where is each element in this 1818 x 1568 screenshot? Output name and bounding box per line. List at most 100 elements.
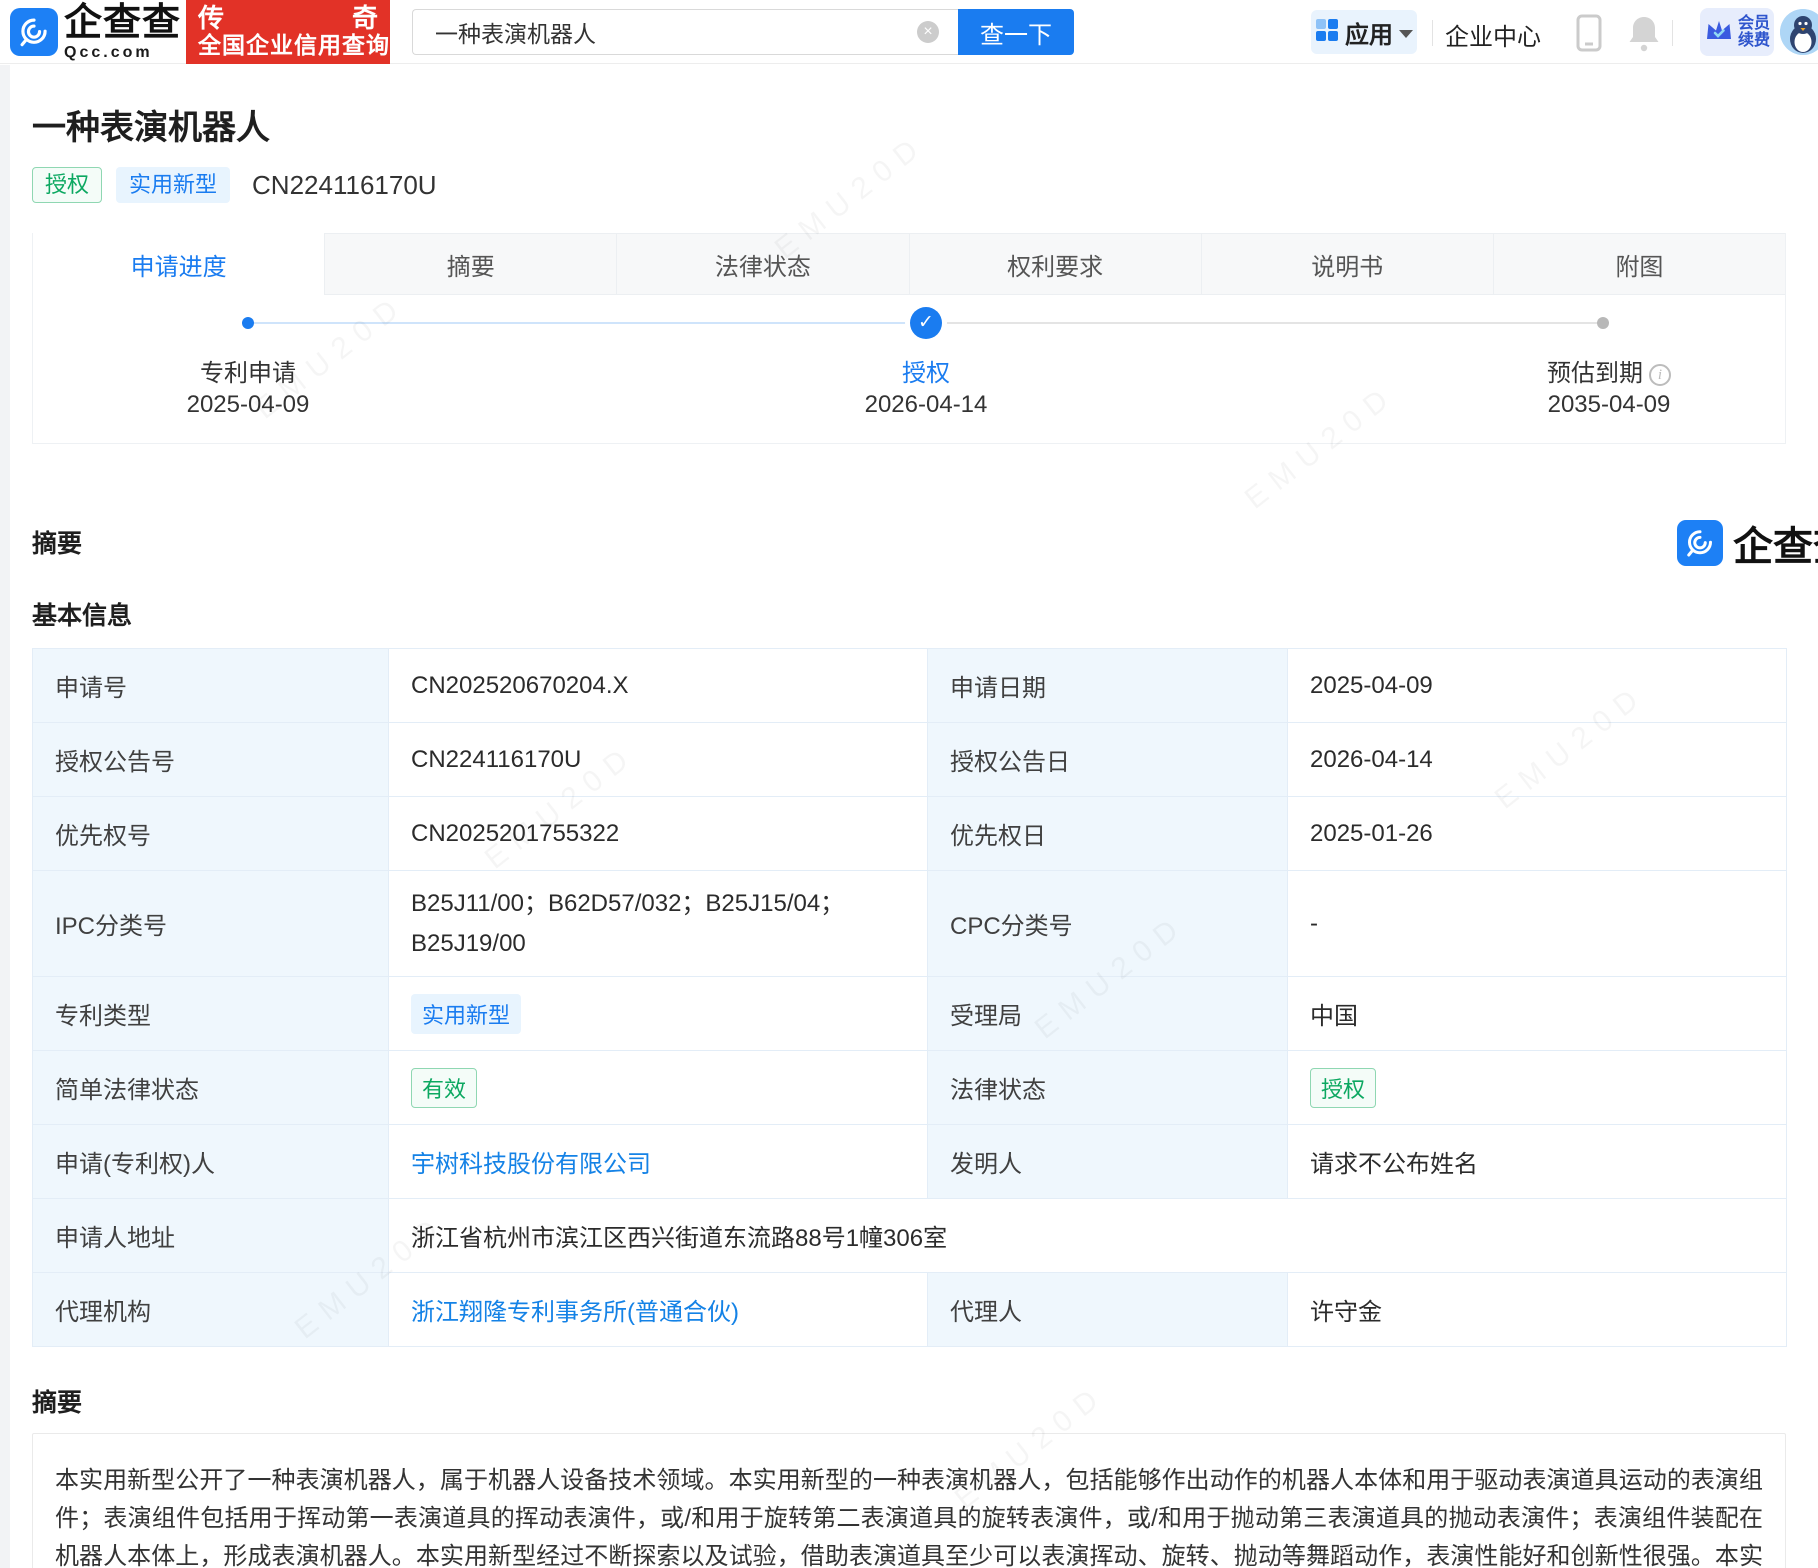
table-row: 代理机构 浙江翔隆专利事务所(普通合伙) 代理人 许守金 — [33, 1273, 1787, 1347]
chevron-down-icon — [1399, 30, 1413, 38]
tab-application-progress[interactable]: 申请进度 — [33, 233, 324, 295]
table-row: 申请(专利权)人 宇树科技股份有限公司 发明人 请求不公布姓名 — [33, 1125, 1787, 1199]
field-value: CN202520670204.X — [389, 649, 928, 723]
legal-status-tag: 授权 — [1310, 1068, 1376, 1108]
timeline-dot-expiry — [1597, 317, 1609, 329]
field-label: CPC分类号 — [928, 871, 1288, 977]
brand-domain: Qcc.com — [64, 44, 181, 62]
search-button[interactable]: 查一下 — [958, 9, 1074, 55]
tab-claims[interactable]: 权利要求 — [909, 233, 1201, 295]
field-value: 宇树科技股份有限公司 — [389, 1125, 928, 1199]
table-row: 授权公告号 CN224116170U 授权公告日 2026-04-14 — [33, 723, 1787, 797]
search-clear-icon[interactable]: × — [917, 21, 939, 43]
qcc-watermark-logo-icon — [1677, 520, 1723, 566]
vip-renew-button[interactable]: 会员续费 — [1700, 8, 1774, 56]
field-label: 发明人 — [928, 1125, 1288, 1199]
promo-line1: 传奇 — [198, 4, 378, 32]
agency-link[interactable]: 浙江翔隆专利事务所(普通合伙) — [411, 1299, 739, 1326]
field-label: 优先权号 — [33, 797, 389, 871]
search-bar: × 查一下 — [412, 9, 1074, 55]
field-value: CN2025201755322 — [389, 797, 928, 871]
field-label: 申请日期 — [928, 649, 1288, 723]
mobile-phone-icon[interactable] — [1576, 14, 1602, 57]
tab-description[interactable]: 说明书 — [1201, 233, 1493, 295]
patent-type-tag: 实用新型 — [411, 994, 521, 1034]
timeline-step-label: 授权 — [796, 353, 1056, 388]
divider — [1672, 20, 1673, 46]
field-label: IPC分类号 — [33, 871, 389, 977]
patent-title: 一种表演机器人 — [32, 100, 1818, 149]
field-label: 优先权日 — [928, 797, 1288, 871]
field-value: B25J11/00；B62D57/032；B25J15/04；B25J19/00 — [389, 871, 928, 977]
field-value: 授权 — [1288, 1051, 1787, 1125]
apps-grid-icon — [1315, 18, 1339, 47]
field-label: 代理人 — [928, 1273, 1288, 1347]
field-label: 代理机构 — [33, 1273, 389, 1347]
table-row: 申请号 CN202520670204.X 申请日期 2025-04-09 — [33, 649, 1787, 723]
applicant-link[interactable]: 宇树科技股份有限公司 — [411, 1151, 651, 1178]
field-label: 简单法律状态 — [33, 1051, 389, 1125]
field-label: 受理局 — [928, 977, 1288, 1051]
field-value: 浙江省杭州市滨江区西兴街道东流路88号1幢306室 — [389, 1199, 1787, 1273]
timeline-step-date: 2025-04-09 — [118, 391, 378, 419]
table-row: IPC分类号 B25J11/00；B62D57/032；B25J15/04；B2… — [33, 871, 1787, 977]
patent-type-badge: 实用新型 — [116, 167, 230, 203]
top-header: 企查查 Qcc.com 传奇 全国企业信用查询 × 查一下 应用 企业中心 — [0, 0, 1818, 64]
table-row: 简单法律状态 有效 法律状态 授权 — [33, 1051, 1787, 1125]
promo-banner[interactable]: 传奇 全国企业信用查询 — [186, 0, 390, 64]
tab-bar: 申请进度 摘要 法律状态 权利要求 说明书 附图 — [33, 233, 1785, 295]
progress-card: 申请进度 摘要 法律状态 权利要求 说明书 附图 ✓ 专利申请 授权 预估到期i… — [32, 233, 1786, 444]
timeline-dot-filed — [242, 317, 254, 329]
qcc-watermark-logo: 企查查 — [1677, 514, 1818, 572]
patent-badges: 授权 实用新型 CN224116170U — [32, 167, 1818, 203]
timeline-step-date: 2026-04-14 — [796, 391, 1056, 419]
field-value: 浙江翔隆专利事务所(普通合伙) — [389, 1273, 928, 1347]
field-label: 法律状态 — [928, 1051, 1288, 1125]
table-row: 申请人地址 浙江省杭州市滨江区西兴街道东流路88号1幢306室 — [33, 1199, 1787, 1273]
brand-name: 企查查 — [64, 2, 181, 44]
tab-drawings[interactable]: 附图 — [1493, 233, 1785, 295]
field-label: 授权公告日 — [928, 723, 1288, 797]
bell-icon[interactable] — [1628, 14, 1660, 57]
field-value: 2025-04-09 — [1288, 649, 1787, 723]
info-icon[interactable]: i — [1649, 364, 1671, 386]
table-row: 专利类型 实用新型 受理局 中国 — [33, 977, 1787, 1051]
section-title-basic-info: 基本信息 — [32, 596, 1818, 632]
abstract-box: 本实用新型公开了一种表演机器人，属于机器人设备技术领域。本实用新型的一种表演机器… — [32, 1433, 1786, 1568]
timeline-step-date: 2035-04-09 — [1479, 391, 1739, 419]
field-value: 有效 — [389, 1051, 928, 1125]
qcc-logo-icon[interactable] — [10, 8, 58, 56]
field-value: 许守金 — [1288, 1273, 1787, 1347]
tab-legal-status[interactable]: 法律状态 — [616, 233, 908, 295]
field-label: 申请号 — [33, 649, 389, 723]
timeline-step-label: 预估到期i — [1479, 353, 1739, 388]
publication-number: CN224116170U — [252, 170, 437, 201]
section-title-abstract: 摘要 — [32, 1383, 1818, 1419]
field-value: 中国 — [1288, 977, 1787, 1051]
brand-block[interactable]: 企查查 Qcc.com — [64, 2, 181, 62]
abstract-text: 本实用新型公开了一种表演机器人，属于机器人设备技术领域。本实用新型的一种表演机器… — [55, 1462, 1763, 1568]
field-value: 2025-01-26 — [1288, 797, 1787, 871]
patent-timeline: ✓ 专利申请 授权 预估到期i 2025-04-09 2026-04-14 20… — [33, 295, 1785, 443]
timeline-segment-done — [254, 322, 910, 324]
field-value: CN224116170U — [389, 723, 928, 797]
table-row: 优先权号 CN2025201755322 优先权日 2025-01-26 — [33, 797, 1787, 871]
search-input[interactable] — [412, 9, 958, 55]
field-value: 2026-04-14 — [1288, 723, 1787, 797]
penguin-avatar[interactable] — [1780, 9, 1818, 55]
divider — [1432, 20, 1433, 46]
status-badge: 授权 — [32, 167, 102, 203]
timeline-segment-future — [942, 322, 1597, 324]
field-value: 请求不公布姓名 — [1288, 1125, 1787, 1199]
timeline-check-icon: ✓ — [910, 307, 942, 339]
tab-summary[interactable]: 摘要 — [324, 233, 616, 295]
simple-legal-status-tag: 有效 — [411, 1068, 477, 1108]
qcc-watermark-logo-text: 企查查 — [1733, 514, 1818, 572]
basic-info-table: 申请号 CN202520670204.X 申请日期 2025-04-09 授权公… — [32, 648, 1787, 1347]
apps-label: 应用 — [1345, 15, 1393, 50]
enterprise-center-link[interactable]: 企业中心 — [1445, 17, 1541, 52]
crown-icon — [1704, 17, 1734, 48]
apps-menu-button[interactable]: 应用 — [1311, 10, 1417, 54]
field-value: 实用新型 — [389, 977, 928, 1051]
field-label: 申请人地址 — [33, 1199, 389, 1273]
